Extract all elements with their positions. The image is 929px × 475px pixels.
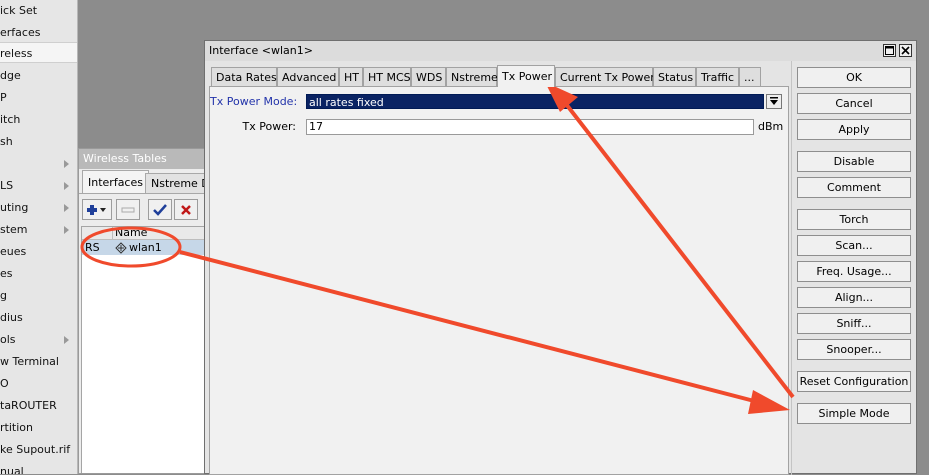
simple-mode-button[interactable]: Simple Mode	[797, 403, 911, 424]
ok-button[interactable]: OK	[797, 67, 911, 88]
maximize-icon	[885, 46, 894, 55]
tab-wds[interactable]: WDS	[411, 67, 446, 86]
submenu-arrow-icon	[64, 204, 69, 212]
wireless-tables-toolbar	[79, 193, 207, 224]
tx-power-mode-label: Tx Power Mode:	[210, 95, 298, 108]
tx-power-input[interactable]: 17	[306, 119, 754, 135]
torch-button[interactable]: Torch	[797, 209, 911, 230]
close-button[interactable]	[899, 44, 912, 57]
remove-button[interactable]	[116, 199, 140, 220]
menu-item-manual[interactable]: nual	[0, 461, 77, 474]
wireless-interface-icon	[115, 241, 127, 254]
tab-nstreme-dual[interactable]: Nstreme Du	[145, 173, 207, 193]
menu-item-system[interactable]: stem	[0, 219, 77, 240]
snooper-button[interactable]: Snooper...	[797, 339, 911, 360]
menu-item-partition[interactable]: rtition	[0, 417, 77, 438]
tab-nstreme[interactable]: Nstreme	[446, 67, 498, 86]
menu-item-interfaces[interactable]: erfaces	[0, 22, 77, 43]
interfaces-table: Name RS wlan1	[81, 226, 207, 473]
menu-item-quick-set[interactable]: ick Set	[0, 0, 77, 21]
menu-item-bridge[interactable]: dge	[0, 65, 77, 86]
tab-tx-power[interactable]: Tx Power	[497, 65, 555, 87]
menu-item-queues[interactable]: eues	[0, 241, 77, 262]
tab-status[interactable]: Status	[653, 67, 696, 86]
wireless-tables-window: Wireless Tables Interfaces Nstreme Du Na…	[78, 148, 208, 474]
menu-item-ip[interactable]	[0, 153, 77, 174]
tab-ht[interactable]: HT	[339, 67, 363, 86]
comment-button[interactable]: Comment	[797, 177, 911, 198]
menu-item-tools[interactable]: ols	[0, 329, 77, 350]
tx-power-mode-select[interactable]: all rates fixed	[306, 94, 764, 109]
dropdown-button[interactable]	[766, 94, 782, 109]
tab-more[interactable]: ...	[739, 67, 761, 86]
wireless-tables-tabs: Interfaces Nstreme Du	[79, 169, 207, 193]
column-header-name[interactable]: Name	[112, 227, 207, 239]
menu-item-log[interactable]: g	[0, 285, 77, 306]
align-button[interactable]: Align...	[797, 287, 911, 308]
chevron-down-icon	[770, 97, 778, 105]
tab-interfaces[interactable]: Interfaces	[82, 170, 149, 193]
menu-item-make-supout[interactable]: ke Supout.rif	[0, 439, 77, 460]
tab-traffic[interactable]: Traffic	[696, 67, 739, 86]
disable-interface-button[interactable]: Disable	[797, 151, 911, 172]
menu-item-metarouter[interactable]: taROUTER	[0, 395, 77, 416]
menu-item-new-terminal[interactable]: w Terminal	[0, 351, 77, 372]
sniff-button[interactable]: Sniff...	[797, 313, 911, 334]
check-icon	[153, 203, 167, 216]
reset-configuration-button[interactable]: Reset Configuration	[797, 371, 911, 392]
enable-button[interactable]	[148, 199, 172, 220]
submenu-arrow-icon	[64, 226, 69, 234]
tx-power-label: Tx Power:	[242, 120, 297, 133]
tx-power-unit: dBm	[758, 120, 784, 133]
tab-advanced[interactable]: Advanced	[277, 67, 339, 86]
wireless-tables-title: Wireless Tables	[79, 149, 207, 169]
tab-data-rates[interactable]: Data Rates	[211, 67, 277, 86]
cancel-button[interactable]: Cancel	[797, 93, 911, 114]
menu-item-routing[interactable]: uting	[0, 197, 77, 218]
freq-usage-button[interactable]: Freq. Usage...	[797, 261, 911, 282]
tab-current-tx-power[interactable]: Current Tx Power	[555, 67, 655, 86]
menu-item-files[interactable]: es	[0, 263, 77, 284]
table-row[interactable]: RS wlan1	[82, 240, 206, 255]
interface-dialog: Interface <wlan1> Data Rates Advanced HT…	[204, 40, 917, 475]
main-menu: ick Set erfaces reless dge P itch sh LS …	[0, 0, 78, 474]
x-icon	[181, 204, 191, 215]
submenu-arrow-icon	[64, 182, 69, 190]
menu-item-mpls[interactable]: LS	[0, 175, 77, 196]
menu-item-radius[interactable]: dius	[0, 307, 77, 328]
menu-item-wireless[interactable]: reless	[0, 42, 77, 63]
dialog-tabs: Data Rates Advanced HT HT MCS WDS Nstrem…	[209, 65, 789, 87]
dialog-button-column: OK Cancel Apply Disable Comment Torch Sc…	[795, 66, 915, 475]
minus-icon	[121, 207, 135, 212]
apply-button[interactable]: Apply	[797, 119, 911, 140]
menu-item-ppp[interactable]: P	[0, 87, 77, 108]
maximize-button[interactable]	[883, 44, 896, 57]
row-flags: RS	[85, 241, 100, 254]
close-icon	[901, 46, 910, 55]
menu-item-dude[interactable]: O	[0, 373, 77, 394]
disable-button[interactable]	[174, 199, 198, 220]
table-header: Name	[82, 227, 206, 240]
menu-item-mesh[interactable]: sh	[0, 131, 77, 152]
submenu-arrow-icon	[64, 336, 69, 344]
menu-item-switch[interactable]: itch	[0, 109, 77, 130]
tx-power-panel: Tx Power Mode: all rates fixed Tx Power:…	[209, 86, 789, 475]
add-button[interactable]	[82, 199, 112, 220]
submenu-arrow-icon	[64, 160, 69, 168]
row-name: wlan1	[129, 241, 162, 254]
plus-icon	[87, 204, 106, 215]
dialog-divider	[791, 61, 792, 475]
tab-ht-mcs[interactable]: HT MCS	[363, 67, 411, 86]
dialog-title: Interface <wlan1>	[205, 41, 916, 61]
scan-button[interactable]: Scan...	[797, 235, 911, 256]
